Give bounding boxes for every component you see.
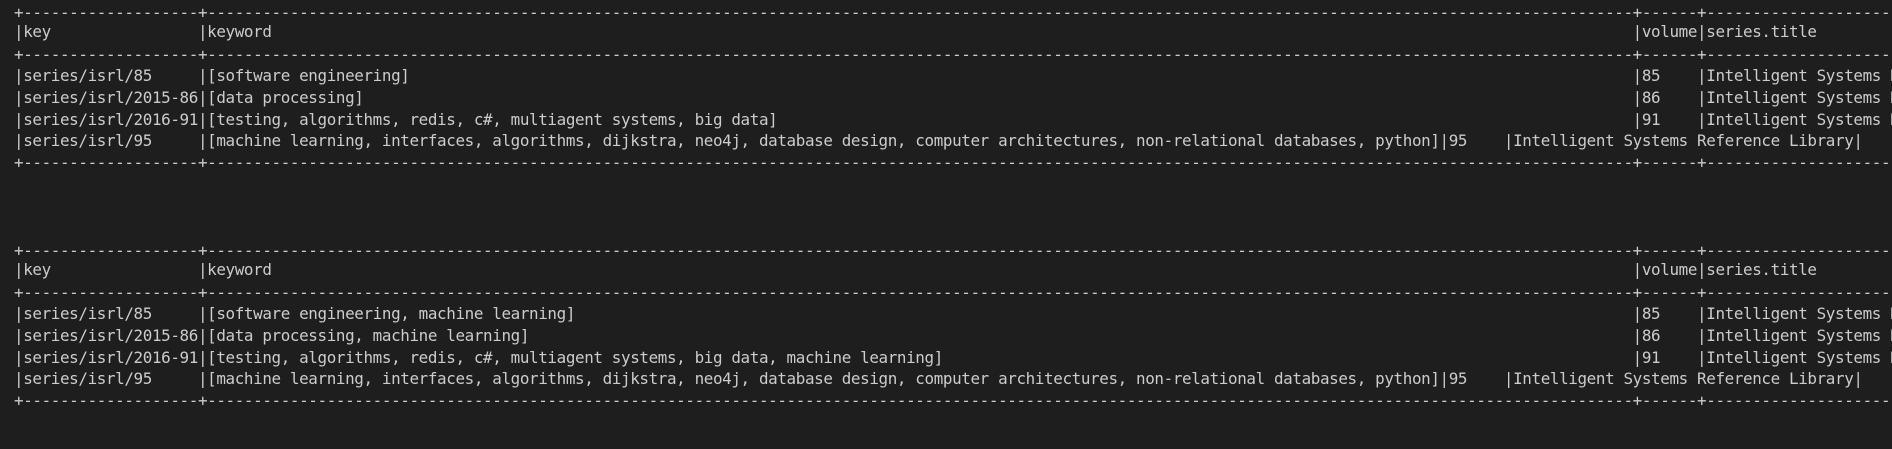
table-border-line: +-------------------+-------------------…: [14, 241, 1892, 260]
table-header-row: |key |keyword |volume|series.title |: [14, 22, 1892, 41]
table-row: |series/isrl/85 |[software engineering] …: [14, 66, 1892, 85]
table-row: |series/isrl/2016-91|[testing, algorithm…: [14, 110, 1892, 129]
table-row: |series/isrl/2016-91|[testing, algorithm…: [14, 348, 1892, 367]
table-border-line: +-------------------+-------------------…: [14, 153, 1892, 172]
table-row: |series/isrl/2015-86|[data processing, m…: [14, 326, 1892, 345]
table-border-line: +-------------------+-------------------…: [14, 3, 1892, 22]
table-row: |series/isrl/85 |[software engineering, …: [14, 304, 1892, 323]
table-border-line: +-------------------+-------------------…: [14, 283, 1892, 302]
table-border-line: +-------------------+-------------------…: [14, 45, 1892, 64]
table-border-line: +-------------------+-------------------…: [14, 391, 1892, 410]
table-row: |series/isrl/2015-86|[data processing] |…: [14, 88, 1892, 107]
table-header-row: |key |keyword |volume|series.title |: [14, 260, 1892, 279]
table-row: |series/isrl/95 |[machine learning, inte…: [14, 369, 1863, 388]
terminal-output: +-------------------+-------------------…: [0, 0, 1892, 449]
table-row: |series/isrl/95 |[machine learning, inte…: [14, 131, 1863, 150]
